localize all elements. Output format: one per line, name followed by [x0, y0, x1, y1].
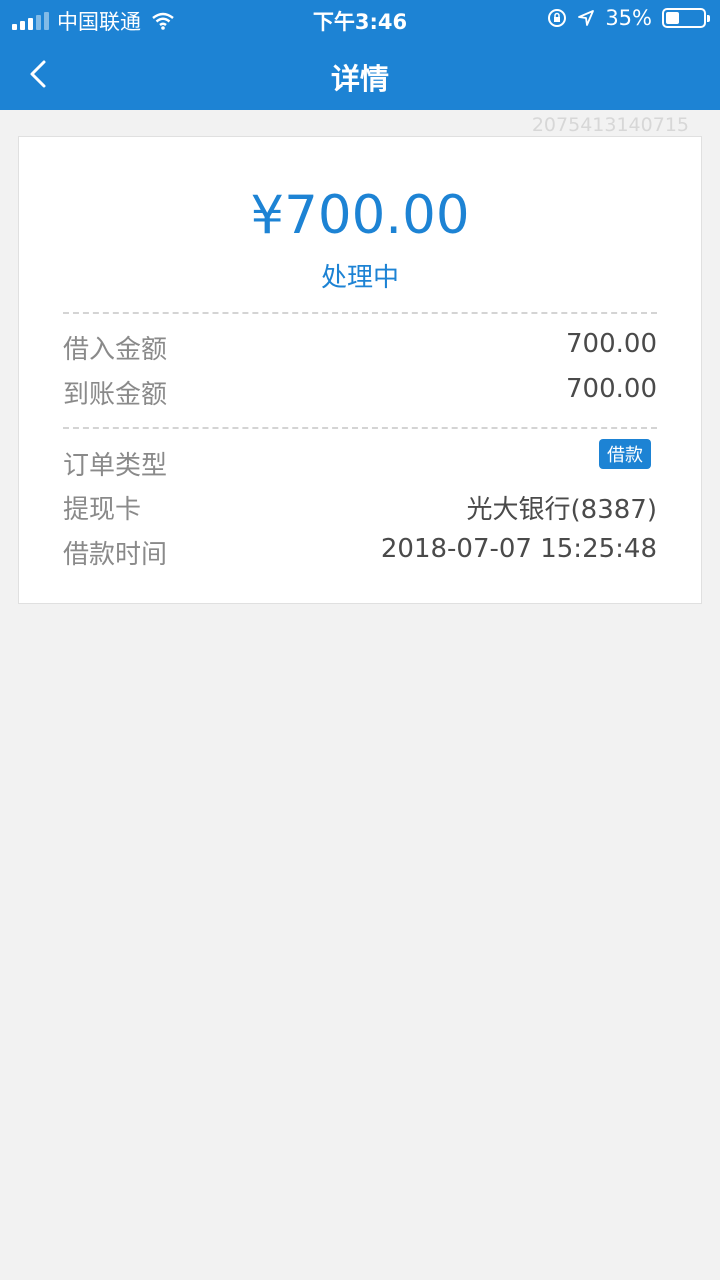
- rotation-lock-icon: [548, 9, 567, 27]
- amount-display: ¥700.00: [250, 185, 470, 246]
- received-amount-label: 到账金额: [63, 380, 168, 410]
- time-row: 借款时间 2018-07-07 15:25:48: [63, 534, 657, 574]
- battery-level: [666, 12, 679, 24]
- card-value: 光大银行(8387): [466, 495, 657, 525]
- battery-icon: [662, 8, 710, 28]
- status-bar-right: 35%: [547, 6, 710, 30]
- borrow-amount-value: 700.00: [566, 329, 657, 359]
- dashed-divider: [63, 427, 657, 429]
- order-type-row: 订单类型 借款: [63, 439, 657, 485]
- card-label: 提现卡: [63, 495, 142, 525]
- received-amount-value: 700.00: [566, 374, 657, 404]
- order-type-label: 订单类型: [63, 451, 168, 481]
- borrow-amount-label: 借入金额: [63, 335, 168, 365]
- status-bar: 中国联通 下午3:46 35%: [0, 0, 720, 36]
- time-label: 借款时间: [63, 540, 168, 570]
- time-value: 2018-07-07 15:25:48: [380, 534, 657, 564]
- detail-card: ¥700.00 处理中 借入金额 700.00 到账金额 700.00 订单类型…: [18, 136, 702, 604]
- borrow-amount-row: 借入金额 700.00: [63, 329, 657, 369]
- order-number: 2075413140715: [531, 114, 689, 136]
- dashed-divider: [63, 312, 657, 314]
- received-amount-row: 到账金额 700.00: [63, 374, 657, 414]
- card-row: 提现卡 光大银行(8387): [63, 489, 657, 529]
- status-text: 处理中: [320, 263, 399, 293]
- page-title: 详情: [330, 62, 389, 96]
- order-type-badge: 借款: [599, 439, 651, 469]
- location-icon: [578, 10, 595, 26]
- nav-bar: 详情: [0, 36, 720, 110]
- battery-percent: 35%: [605, 6, 652, 30]
